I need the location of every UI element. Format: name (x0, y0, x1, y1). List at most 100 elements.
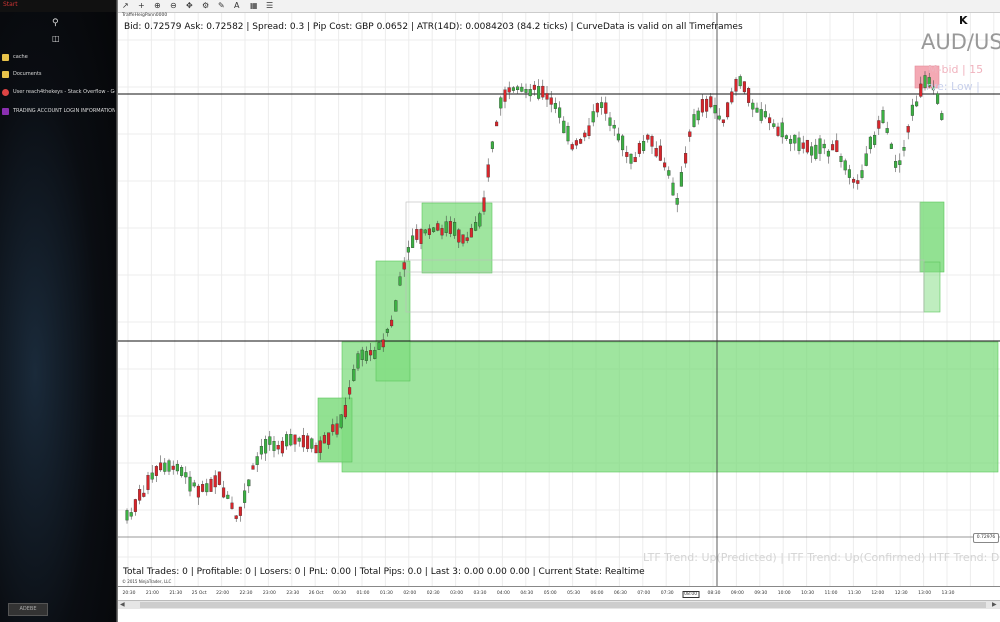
desktop-item[interactable]: Documents (2, 67, 115, 81)
zoom-out-icon[interactable]: ⊖ (170, 1, 177, 10)
candle (163, 462, 167, 472)
candle (570, 144, 574, 150)
demand-zone (923, 261, 941, 313)
time-tick-label: 22:30 (239, 591, 253, 596)
candle (738, 76, 742, 87)
candle (671, 182, 675, 196)
candle (730, 91, 734, 103)
time-tick-label: 26 Oct (308, 591, 324, 596)
desktop-item-label: TRADING ACCOUNT LOGIN INFORMATION -... (13, 108, 115, 114)
candle (184, 472, 188, 478)
onenote-icon (2, 107, 9, 115)
candle (868, 136, 872, 150)
desktop-item[interactable]: User reach4thekeys - Stack Overflow - Go… (2, 85, 115, 99)
candle (734, 79, 738, 92)
candle (142, 492, 146, 497)
candle (591, 111, 595, 123)
candle (789, 138, 793, 144)
candle (696, 110, 700, 121)
time-tick-label: 09:30 (754, 591, 768, 596)
candle (608, 117, 612, 126)
time-tick-label: 03:30 (473, 591, 487, 596)
candle (839, 156, 843, 162)
candle (180, 467, 184, 476)
candle (705, 98, 709, 112)
draw-icon[interactable]: ✎ (218, 1, 225, 10)
candle (574, 140, 578, 146)
candle (919, 83, 923, 97)
candle (558, 107, 562, 118)
desktop-item[interactable]: TRADING ACCOUNT LOGIN INFORMATION -... (2, 104, 115, 118)
candle (940, 113, 944, 120)
start-label[interactable]: Start (3, 1, 18, 8)
chart-window-label: TraffeHeigPann0000 (122, 13, 168, 18)
candle (499, 97, 503, 109)
desktop-item-label: Documents (13, 71, 42, 77)
candle (713, 104, 717, 114)
candle (768, 117, 772, 124)
candle (373, 350, 377, 359)
candle (364, 351, 368, 361)
task-view-icon[interactable]: ◫ (52, 34, 60, 43)
time-tick-label: 22:00 (216, 591, 230, 596)
candle (469, 228, 473, 238)
candle (482, 197, 486, 212)
candle (490, 141, 494, 149)
scroll-right-icon[interactable]: ▶ (992, 601, 997, 608)
candle (520, 86, 524, 92)
candle (289, 434, 293, 446)
candle (889, 143, 893, 149)
chart-window[interactable]: ↗ + ⊕ ⊖ ✥ ⚙ ✎ A ▦ ☰ TraffeHeigPann0000 B… (117, 0, 1000, 622)
candle (411, 235, 415, 248)
candle (549, 97, 553, 105)
time-tick-label: 09:00 (730, 591, 744, 596)
taskbar-item[interactable]: ADEBE (8, 603, 48, 616)
price-chart[interactable] (118, 0, 1000, 600)
folder-icon (2, 70, 9, 78)
candle (826, 150, 830, 157)
scrollbar-thumb[interactable] (140, 602, 986, 608)
ninja-k-icon[interactable]: K (959, 14, 968, 27)
text-icon[interactable]: A (234, 1, 239, 10)
candle (612, 124, 616, 129)
cursor-icon[interactable]: ↗ (122, 1, 129, 10)
candle (637, 143, 641, 154)
grid-icon[interactable]: ▦ (250, 1, 258, 10)
search-icon[interactable]: ⚲ (52, 18, 60, 28)
candle (784, 135, 788, 139)
candle (528, 89, 532, 97)
candle (310, 438, 314, 449)
candle (217, 471, 221, 485)
zoom-in-icon[interactable]: ⊕ (154, 1, 161, 10)
candle (902, 147, 906, 151)
candle (268, 436, 272, 445)
candle (327, 432, 331, 445)
candle (293, 434, 297, 445)
time-tick-label: 02:30 (426, 591, 440, 596)
candle (188, 476, 192, 492)
candle (847, 169, 851, 178)
candle (894, 161, 898, 168)
candle (385, 328, 389, 333)
candle (616, 133, 620, 141)
desktop-item[interactable]: cache (2, 50, 115, 64)
candle (507, 87, 511, 93)
candle (881, 110, 885, 124)
data-feed-label: M-bid | 15 (928, 63, 984, 76)
candle (427, 228, 431, 235)
properties-icon[interactable]: ⚙ (202, 1, 209, 10)
pan-icon[interactable]: ✥ (186, 1, 193, 10)
candle (511, 87, 515, 91)
desktop-item-label: cache (13, 54, 28, 60)
crosshair-icon[interactable]: + (138, 1, 145, 10)
candle (167, 460, 171, 472)
candle (633, 157, 637, 163)
candle (532, 84, 536, 90)
time-tick-label: 08:30 (707, 591, 721, 596)
scroll-left-icon[interactable]: ◀ (120, 601, 125, 608)
horizontal-scrollbar[interactable]: ◀ ▶ (118, 600, 1000, 609)
time-tick-label: 12:00 (871, 591, 885, 596)
list-icon[interactable]: ☰ (266, 1, 273, 10)
candle (772, 123, 776, 127)
candle (436, 223, 440, 231)
